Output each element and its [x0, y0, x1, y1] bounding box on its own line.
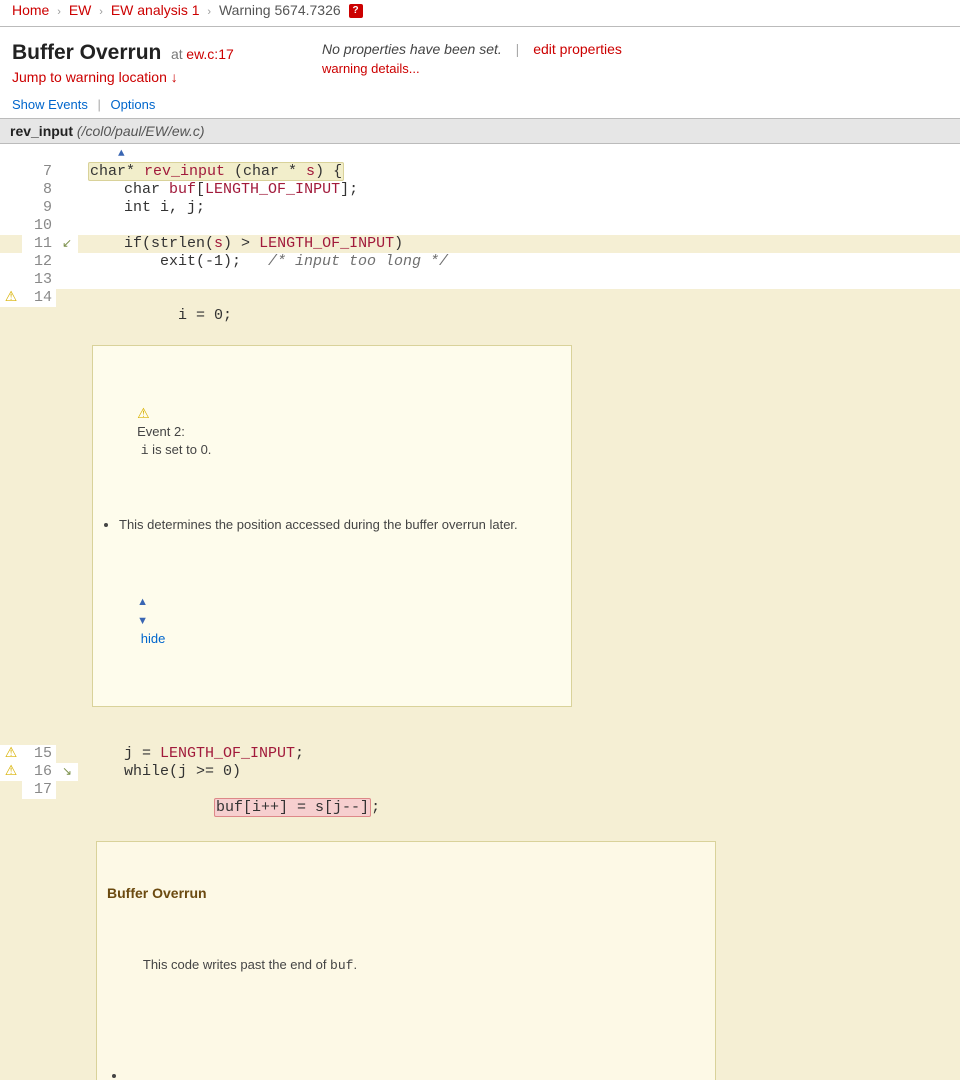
crumb-home[interactable]: Home — [12, 2, 49, 18]
flow-out-icon: ↘ — [62, 765, 72, 779]
overrun-callout: Buffer Overrun This code writes past the… — [96, 841, 716, 1080]
jump-to-warning-link[interactable]: Jump to warning location ↓ — [12, 69, 178, 85]
warning-icon — [137, 406, 150, 421]
no-properties-text: No properties have been set. — [322, 41, 502, 57]
at-label: at — [171, 46, 183, 62]
line-number: 10 — [22, 217, 56, 235]
crumb-analysis[interactable]: EW analysis 1 — [111, 2, 200, 18]
event-detail: This determines the position accessed du… — [119, 516, 563, 534]
line-number: 11 — [22, 235, 56, 253]
show-events-link[interactable]: Show Events — [12, 97, 88, 112]
scroll-up-icon[interactable]: ▲ — [118, 148, 125, 160]
edit-properties-link[interactable]: edit properties — [533, 41, 622, 57]
event-callout: Event 2: i is set to 0. This determines … — [92, 345, 572, 707]
code-line: 17 buf[i++] = s[j--]; Buffer Overrun Thi… — [0, 781, 960, 1080]
overrun-title: Buffer Overrun — [107, 884, 705, 902]
crumb-current: Warning 5674.7326 — [219, 2, 341, 18]
warning-location-link[interactable]: ew.c:17 — [186, 46, 233, 62]
code-line: 13 — [0, 271, 960, 289]
crumb-sep: › — [99, 6, 103, 18]
code-line: 10 — [0, 217, 960, 235]
warning-icon — [5, 745, 18, 762]
warning-header: Buffer Overrun at ew.c:17 Jump to warnin… — [0, 27, 960, 91]
function-header: rev_input (/col0/paul/EW/ew.c) — [0, 118, 960, 144]
line-number: 15 — [22, 745, 56, 763]
event-next-icon[interactable]: ▼ — [137, 615, 148, 627]
divider: | — [98, 97, 101, 112]
warning-icon — [5, 289, 18, 306]
divider: | — [516, 41, 520, 57]
code-line: 12 exit(-1); /* input too long */ — [0, 253, 960, 271]
code-line: 14 i = 0; Event 2: i is set to 0. This d… — [0, 289, 960, 745]
code-line: 11 ↙ if(strlen(s) > LENGTH_OF_INPUT) — [0, 235, 960, 253]
event-title: Event 2: — [137, 424, 185, 439]
line-number: 9 — [22, 199, 56, 217]
event-prev-icon[interactable]: ▲ — [137, 596, 148, 608]
code-line: 16 ↘ while(j >= 0) — [0, 763, 960, 781]
line-number: 7 — [22, 163, 56, 181]
options-link[interactable]: Options — [111, 97, 156, 112]
code-area: ▲ 7 char* rev_input (char * s) { 8 char … — [0, 144, 960, 1080]
event-hide-link[interactable]: hide — [141, 631, 166, 646]
warning-details-link[interactable]: warning details... — [322, 61, 622, 76]
warning-type: Buffer Overrun — [12, 41, 161, 64]
crumb-ew[interactable]: EW — [69, 2, 92, 18]
function-name: rev_input — [10, 123, 73, 139]
line-number: 8 — [22, 181, 56, 199]
error-span: buf[i++] = s[j--] — [214, 798, 371, 817]
line-number: 17 — [22, 781, 56, 799]
code-line: 9 int i, j; — [0, 199, 960, 217]
line-number: 13 — [22, 271, 56, 289]
code-line: 8 char buf[LENGTH_OF_INPUT]; — [0, 181, 960, 199]
crumb-sep: › — [57, 6, 61, 18]
warning-icon — [5, 763, 18, 780]
function-path: (/col0/paul/EW/ew.c) — [77, 123, 205, 139]
breadcrumb: Home › EW › EW analysis 1 › Warning 5674… — [0, 0, 960, 27]
line-number: 12 — [22, 253, 56, 271]
line-number: 14 — [22, 289, 56, 307]
help-icon[interactable]: ? — [349, 4, 363, 18]
code-line: 7 char* rev_input (char * s) { — [0, 163, 960, 181]
crumb-sep: › — [207, 6, 211, 18]
code-line: 15 j = LENGTH_OF_INPUT; — [0, 745, 960, 763]
code-toolbar: Show Events | Options — [0, 91, 960, 118]
line-number: 16 — [22, 763, 56, 781]
flow-in-icon: ↙ — [62, 237, 72, 251]
